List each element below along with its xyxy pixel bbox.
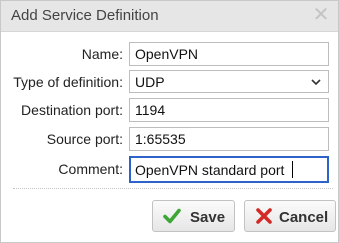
source-port-input[interactable] xyxy=(129,127,329,151)
comment-input[interactable] xyxy=(129,156,329,183)
name-input[interactable] xyxy=(129,42,329,66)
type-label: Type of definition: xyxy=(13,74,123,90)
add-service-dialog: Add Service Definition ✕ Name: Type of d… xyxy=(0,0,339,243)
type-select[interactable]: UDP xyxy=(129,70,329,93)
close-icon[interactable]: ✕ xyxy=(312,4,330,26)
x-mark-icon xyxy=(256,208,272,224)
source-port-label: Source port: xyxy=(46,131,123,147)
type-select-value: UDP xyxy=(135,74,165,90)
save-button-label: Save xyxy=(190,209,226,226)
comment-label: Comment: xyxy=(58,161,123,177)
name-label: Name: xyxy=(81,46,123,62)
save-button[interactable]: Save xyxy=(152,200,235,232)
cancel-button[interactable]: Cancel xyxy=(244,200,336,232)
destination-port-input[interactable] xyxy=(129,98,329,122)
text-caret xyxy=(292,161,293,178)
dialog-titlebar[interactable]: Add Service Definition ✕ xyxy=(1,1,338,32)
cancel-button-label: Cancel xyxy=(279,209,329,226)
dialog-title: Add Service Definition xyxy=(11,7,159,24)
divider xyxy=(13,188,333,189)
chevron-down-icon xyxy=(311,79,321,86)
checkmark-icon xyxy=(163,208,181,224)
destination-port-label: Destination port: xyxy=(21,102,123,118)
